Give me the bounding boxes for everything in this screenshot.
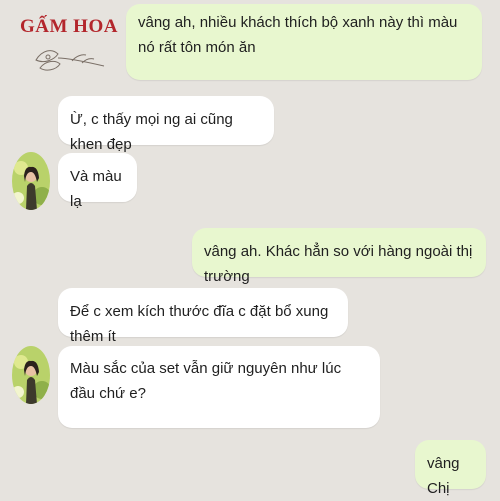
message-bubble-incoming: Ừ, c thấy mọi ng ai cũng khen đẹp (58, 96, 274, 153)
message-text: Để c xem kích thước đĩa c đặt bổ xung th… (70, 303, 329, 345)
message-bubble-incoming: Màu sắc của set vẫn giữ nguyên như lúc đ… (58, 346, 380, 428)
flower-icon (35, 50, 105, 71)
message-bubble-incoming: Và màu lạ (58, 153, 137, 210)
avatar-photo (12, 152, 50, 210)
brand-logo-text: GẤM HOA (20, 16, 118, 37)
contact-avatar[interactable] (12, 346, 50, 404)
message-text: Và màu lạ (70, 168, 122, 210)
message-bubble-outgoing: vâng ah, nhiều khách thích bộ xanh này t… (126, 4, 482, 80)
message-text: vâng ah. Khác hẳn so với hàng ngoài thị … (204, 243, 473, 285)
message-text: Màu sắc của set vẫn giữ nguyên như lúc đ… (70, 360, 342, 402)
message-text: vâng Chị (427, 455, 460, 497)
message-text: vâng ah, nhiều khách thích bộ xanh này t… (138, 14, 458, 56)
avatar-photo (12, 346, 50, 404)
brand-logo: GẤM HOA (14, 12, 118, 74)
message-bubble-outgoing: vâng Chị (415, 440, 486, 497)
contact-avatar[interactable] (12, 152, 50, 210)
message-text: Ừ, c thấy mọi ng ai cũng khen đẹp (70, 111, 233, 153)
message-bubble-outgoing: vâng ah. Khác hẳn so với hàng ngoài thị … (192, 228, 486, 285)
message-bubble-incoming: Để c xem kích thước đĩa c đặt bổ xung th… (58, 288, 348, 345)
